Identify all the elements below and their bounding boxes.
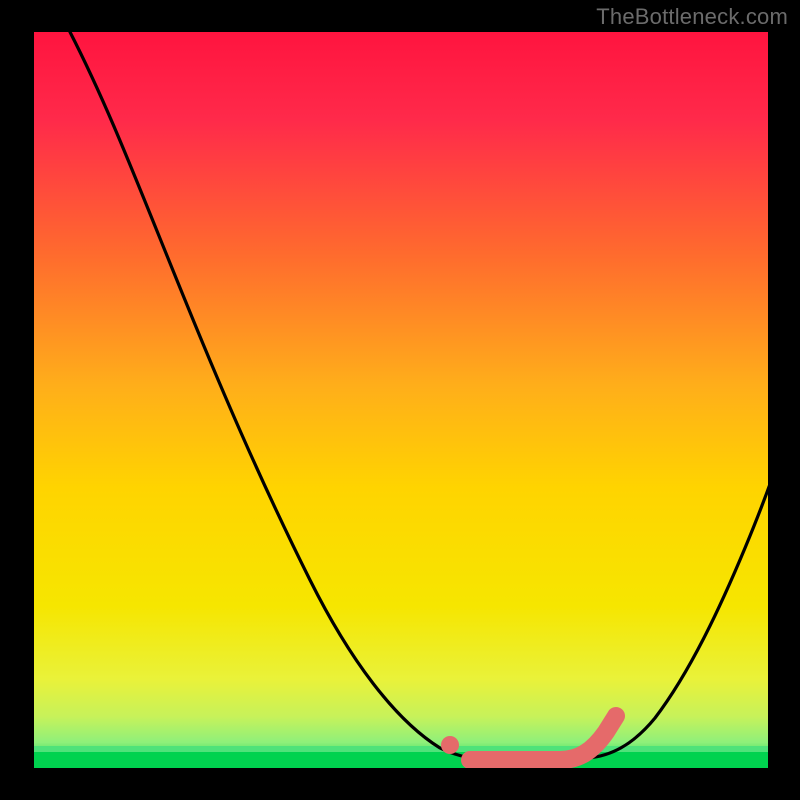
highlight-dot <box>441 736 459 754</box>
chart-svg <box>0 0 800 800</box>
optimal-band-edge <box>34 746 768 752</box>
watermark-text: TheBottleneck.com <box>596 4 788 30</box>
chart-stage: TheBottleneck.com <box>0 0 800 800</box>
plot-background <box>34 32 768 768</box>
optimal-band <box>34 752 768 768</box>
